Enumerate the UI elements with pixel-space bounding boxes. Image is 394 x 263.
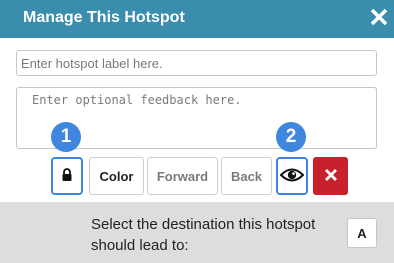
forward-button[interactable]: Forward [147,157,218,195]
lock-icon [61,167,73,185]
dialog-header: Manage This Hotspot [0,0,394,38]
visibility-button[interactable] [276,157,308,195]
destination-button[interactable]: A [347,218,377,248]
color-button[interactable]: Color [89,157,144,195]
dialog-title: Manage This Hotspot [23,9,185,26]
callout-badge-2: 2 [276,122,306,152]
close-icon[interactable] [367,5,391,29]
eye-icon [279,167,305,186]
destination-instruction: Select the destination this hotspot shou… [91,216,316,254]
destination-footer: Select the destination this hotspot shou… [0,202,394,263]
back-button[interactable]: Back [221,157,272,195]
hotspot-label-input[interactable] [16,50,377,76]
delete-button[interactable] [313,157,348,195]
lock-button[interactable] [51,157,83,195]
delete-x-icon [324,168,338,185]
callout-badge-1: 1 [51,122,81,152]
